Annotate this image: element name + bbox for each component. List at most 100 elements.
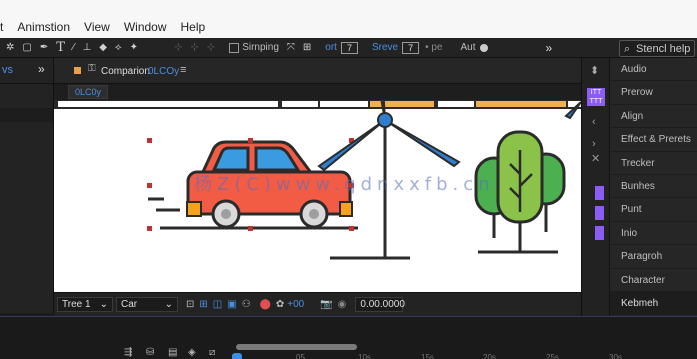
exposure-value[interactable]: +00 [287,299,304,310]
color-channels-icon[interactable]: ⬤ [260,299,271,310]
composition-tab-bar: ⚿ Comparion 0LCOy ≡ [54,58,581,84]
layer-select-dropdown[interactable]: Tree 1 ⌄ [57,297,113,312]
timeline-tool-icon[interactable]: ⇶ [124,347,132,358]
menu-item-edit[interactable]: t [0,20,3,34]
panel-item-paragraph[interactable]: Paragroh [610,245,697,269]
timeline-tool-icon[interactable]: ⛁ [146,347,154,358]
menu-bar: t Animstion View Window Help [0,0,697,38]
expand-panels-icon[interactable]: » [546,41,553,55]
axis-icon[interactable]: ⊹ [174,42,182,53]
collapse-arrow-icon[interactable]: ⬍ [590,64,599,77]
panel-item-keyframe[interactable]: Kebmeh [610,291,697,316]
timeline-tool-icon[interactable]: ⧄ [209,347,215,358]
eraser-tool-icon[interactable]: ◆ [99,42,107,53]
car-headlight [339,201,353,217]
purple-swatch[interactable] [595,186,604,200]
sub-tab-comp[interactable]: 0LC0y [68,85,109,99]
menu-item-animation[interactable]: Animstion [17,20,70,34]
work-area-bar[interactable] [236,344,357,350]
field2-input[interactable]: 7 [402,41,420,54]
show-snapshot-icon[interactable]: ◉ [338,299,347,310]
left-panel-tab[interactable]: vs [2,64,13,76]
stamp-tool-icon[interactable]: ⊥ [83,42,92,53]
time-tick: 05 [296,353,305,359]
brush-tool-icon[interactable]: ⁄ [73,42,75,53]
auto-label: Aut [460,42,476,53]
scene-artwork [54,100,581,260]
composition-viewer[interactable]: 杨Z(C)www.qdnxxfb.cn [54,100,581,292]
snapshot-icon[interactable]: 📷 [320,299,332,310]
time-tick: 10s [358,353,371,359]
composition-sub-tabs: 0LC0y [54,84,581,100]
close-icon[interactable]: ✕ [591,152,600,165]
menu-item-help[interactable]: Help [181,20,206,34]
panel-item-paint[interactable]: Punt [610,198,697,222]
lock-icon[interactable]: ⚿ [88,63,96,74]
purple-swatch[interactable] [595,206,604,220]
field1-input[interactable]: 7 [340,41,358,54]
timeline-tool-icon[interactable]: ◈ [188,347,196,358]
rectangle-tool-icon[interactable]: ▢ [22,42,31,53]
time-tick: 30s [609,353,622,359]
banner-segment [282,101,318,107]
tab-menu-icon[interactable]: ≡ [180,64,186,76]
right-panel: Audio Prerow Align Effect & Prerets Trec… [609,58,697,316]
field1-label: ort [325,42,337,53]
exposure-reset-icon[interactable]: ✿ [276,299,284,310]
snapping-checkbox[interactable] [229,42,240,53]
menu-item-window[interactable]: Window [124,20,167,34]
grid-icon[interactable]: ⊞ [199,299,207,310]
panel-item-character[interactable]: Character [610,269,697,292]
layer-select-value-2: Car [121,299,138,310]
search-help-label: Stencl help [636,43,691,55]
left-panel: vs » [0,58,54,313]
nav-left-icon[interactable]: ‹ [592,116,596,128]
timeline-panel: ⇶ ⛁ ▤ ◈ ⧄ 05 10s 15s 20s 25s 30s [0,316,697,359]
panel-item-effects-presets[interactable]: Effect & Prerets [610,128,697,152]
panel-item-align[interactable]: Align [610,105,697,129]
composition-tab-name[interactable]: 0LCOy [148,66,179,77]
left-panel-row [0,108,53,122]
viewer-bottom-bar: Tree 1 ⌄ Car ⌄ ⊡ ⊞ ◫ ▣ ⚇ ⬤ ✿ +00 📷 ◉ 0.0… [54,292,581,316]
timeline-tool-icon[interactable]: ▤ [168,347,177,358]
orbit-tool-icon[interactable]: ✲ [6,42,14,53]
menu-item-view[interactable]: View [84,20,110,34]
panel-badge[interactable]: ITT TTT [587,88,605,106]
banner-segment [58,101,278,107]
time-tick: 15s [421,353,434,359]
resolution-icon[interactable]: ⊡ [186,299,194,310]
turbine-blade [317,119,386,172]
tools-toolbar: ✲ ▢ ✒ T ⁄ ⊥ ◆ ⟡ ✦ ⊹ ⊹ ⊹ Sirnping ⤧ ⊞ ort… [0,38,697,58]
panel-item-audio[interactable]: Audio [610,58,697,82]
composition-tab-label[interactable]: Comparion [101,66,150,77]
roto-brush-tool-icon[interactable]: ⟡ [115,42,122,53]
auto-toggle-icon[interactable] [479,43,488,52]
panel-item-preview[interactable]: Prerow [610,81,697,105]
type-tool-icon[interactable]: T [56,40,65,55]
layer-select-dropdown-2[interactable]: Car ⌄ [116,297,178,312]
left-panel-expand-icon[interactable]: » [38,62,45,76]
transparency-grid-icon[interactable]: ▣ [227,299,236,310]
snap-grid-icon[interactable]: ⊞ [303,42,311,53]
car-taillight [186,201,202,217]
panel-item-info[interactable]: Inio [610,222,697,246]
chevron-down-icon: ⌄ [164,299,173,310]
banner-segment [370,101,434,107]
axis-local-icon[interactable]: ⊹ [190,42,198,53]
panel-item-brushes[interactable]: Bunhes [610,175,697,199]
puppet-tool-icon[interactable]: ✦ [130,42,138,53]
playhead-icon[interactable] [232,353,242,359]
timecode-field[interactable]: 0.00.0000 [355,297,405,312]
time-tick: 20s [483,353,496,359]
watermark-text: 杨Z(C)www.qdnxxfb.cn [194,174,495,195]
nav-right-icon[interactable]: › [592,138,596,150]
time-tick: 25s [546,353,559,359]
search-help-field[interactable]: ⌕ Stencl help [619,40,695,57]
purple-swatch[interactable] [595,226,604,240]
snap-options-icon[interactable]: ⤧ [287,42,295,53]
panel-item-tracker[interactable]: Trecker [610,152,697,175]
axis-view-icon[interactable]: ⊹ [207,42,215,53]
pen-tool-icon[interactable]: ✒ [40,42,48,53]
region-icon[interactable]: ⚇ [242,299,251,310]
mask-icon[interactable]: ◫ [213,299,222,310]
